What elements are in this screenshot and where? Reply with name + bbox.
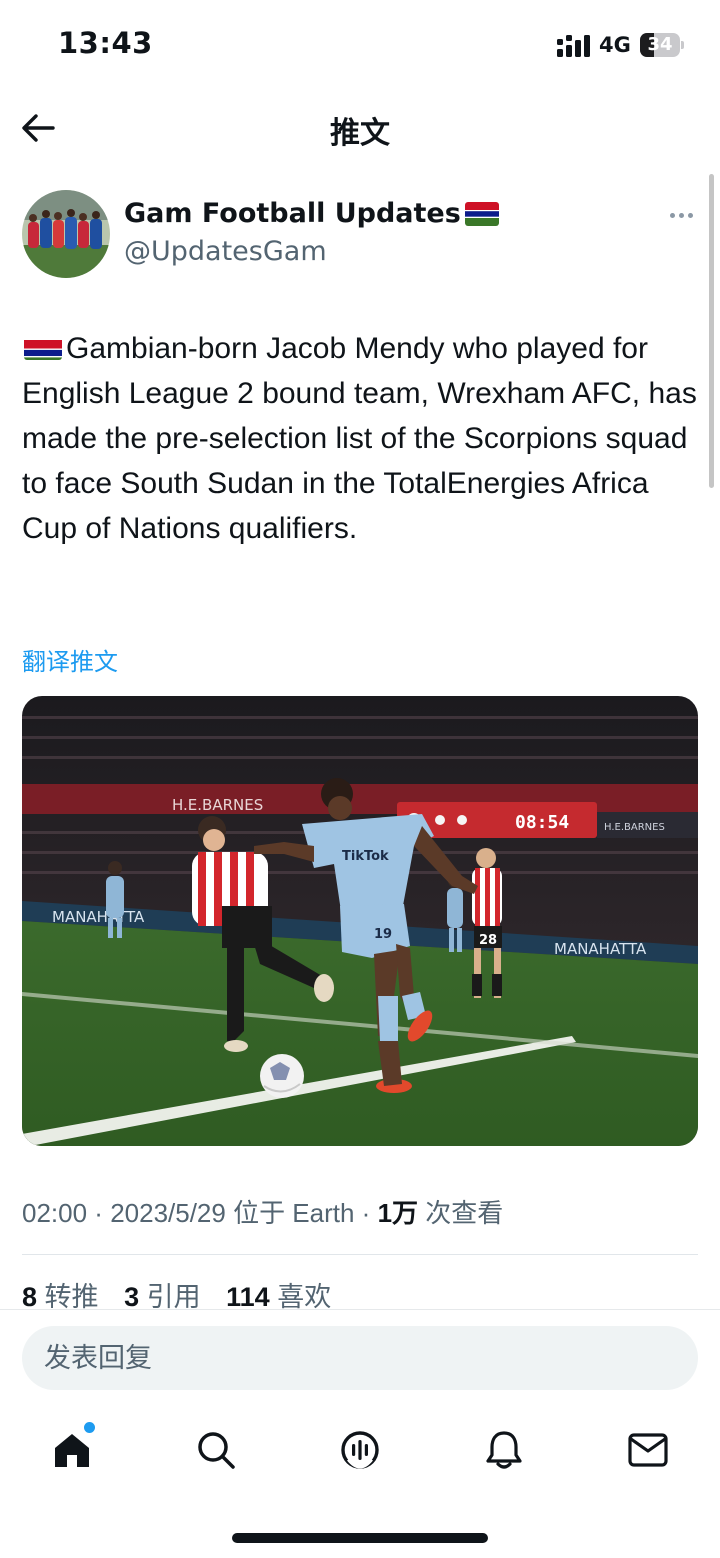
more-dot — [687, 212, 693, 218]
like-count: 114 — [226, 1282, 270, 1312]
shirt-sponsor: TikTok — [342, 849, 389, 864]
like-label: 喜欢 — [277, 1282, 332, 1312]
tab-search[interactable] — [192, 1426, 240, 1474]
tweet-meta: 02:00 · 2023/5/29 位于 Earth · 1万 次查看 — [22, 1193, 503, 1230]
home-notification-dot — [84, 1422, 95, 1433]
retweet-label: 转推 — [44, 1282, 99, 1312]
quote-label: 引用 — [146, 1282, 201, 1312]
nav-header: 推文 — [0, 92, 720, 164]
ad-board-right: H.E.BARNES — [604, 822, 665, 833]
pitch-board-right: MANAHATTA — [554, 940, 647, 958]
quotes-stat[interactable]: 3 引用 — [124, 1282, 201, 1312]
gambia-flag-icon — [464, 201, 499, 226]
player-number: 19 — [374, 927, 392, 942]
tab-spaces[interactable] — [336, 1426, 384, 1474]
ad-board-left: H.E.BARNES — [172, 796, 263, 814]
search-icon — [198, 1432, 235, 1469]
battery-percent: 34 — [647, 34, 673, 55]
reply-input[interactable] — [22, 1326, 698, 1390]
tab-messages[interactable] — [624, 1426, 672, 1474]
scrollbar[interactable] — [709, 174, 714, 488]
spaces-icon — [341, 1431, 379, 1469]
home-indicator[interactable] — [232, 1533, 488, 1543]
tweet-location: 位于 Earth — [225, 1198, 355, 1228]
tweet-detail-screen: 13:43 4G 34 推文 Gam Football Updates @Upd… — [0, 0, 720, 1558]
reply-bar — [0, 1309, 720, 1409]
more-dot — [669, 212, 675, 218]
tweet-text: Gambian-born Jacob Mendy who played for … — [22, 326, 702, 551]
view-label: 次查看 — [418, 1198, 504, 1228]
meta-separator: · — [354, 1198, 378, 1228]
meta-separator: · — [87, 1198, 111, 1228]
home-icon — [55, 1434, 89, 1467]
tweet-image[interactable]: H.E.BARNES 08:54 H.E.BARNES MANAHATTA MA… — [22, 696, 698, 1146]
divider — [22, 1254, 698, 1255]
gambia-flag-icon — [24, 334, 62, 361]
more-options-button[interactable] — [664, 200, 698, 230]
notifications-icon — [486, 1431, 522, 1469]
retweets-stat[interactable]: 8 转推 — [22, 1282, 99, 1312]
tab-home[interactable] — [48, 1426, 96, 1474]
status-bar: 13:43 4G 34 — [0, 0, 720, 92]
messages-icon — [628, 1433, 668, 1467]
avatar[interactable] — [22, 190, 110, 278]
scoreboard-time: 08:54 — [515, 812, 569, 833]
view-count: 1万 — [377, 1198, 419, 1228]
quote-count: 3 — [124, 1282, 140, 1312]
tweet-date: 2023/5/29 — [110, 1198, 226, 1228]
status-time: 13:43 — [58, 26, 153, 60]
signal-icon — [557, 35, 590, 57]
translate-tweet-link[interactable]: 翻译推文 — [22, 642, 118, 677]
network-type: 4G — [599, 33, 631, 57]
tweet-body: Gambian-born Jacob Mendy who played for … — [22, 332, 697, 545]
battery-icon: 34 — [640, 33, 684, 57]
author-name[interactable]: Gam Football Updates — [124, 198, 499, 229]
tab-bar — [0, 1410, 720, 1490]
tweet-time: 02:00 — [22, 1198, 88, 1228]
opponent-number: 28 — [479, 933, 497, 948]
page-title: 推文 — [330, 116, 390, 151]
pitch-board-left: MANAHATTA — [52, 908, 145, 926]
retweet-count: 8 — [22, 1282, 38, 1312]
likes-stat[interactable]: 114 喜欢 — [226, 1282, 331, 1312]
author-name-text: Gam Football Updates — [124, 198, 461, 229]
more-dot — [678, 212, 684, 218]
tab-notifications[interactable] — [480, 1426, 528, 1474]
author-handle[interactable]: @UpdatesGam — [124, 236, 327, 267]
